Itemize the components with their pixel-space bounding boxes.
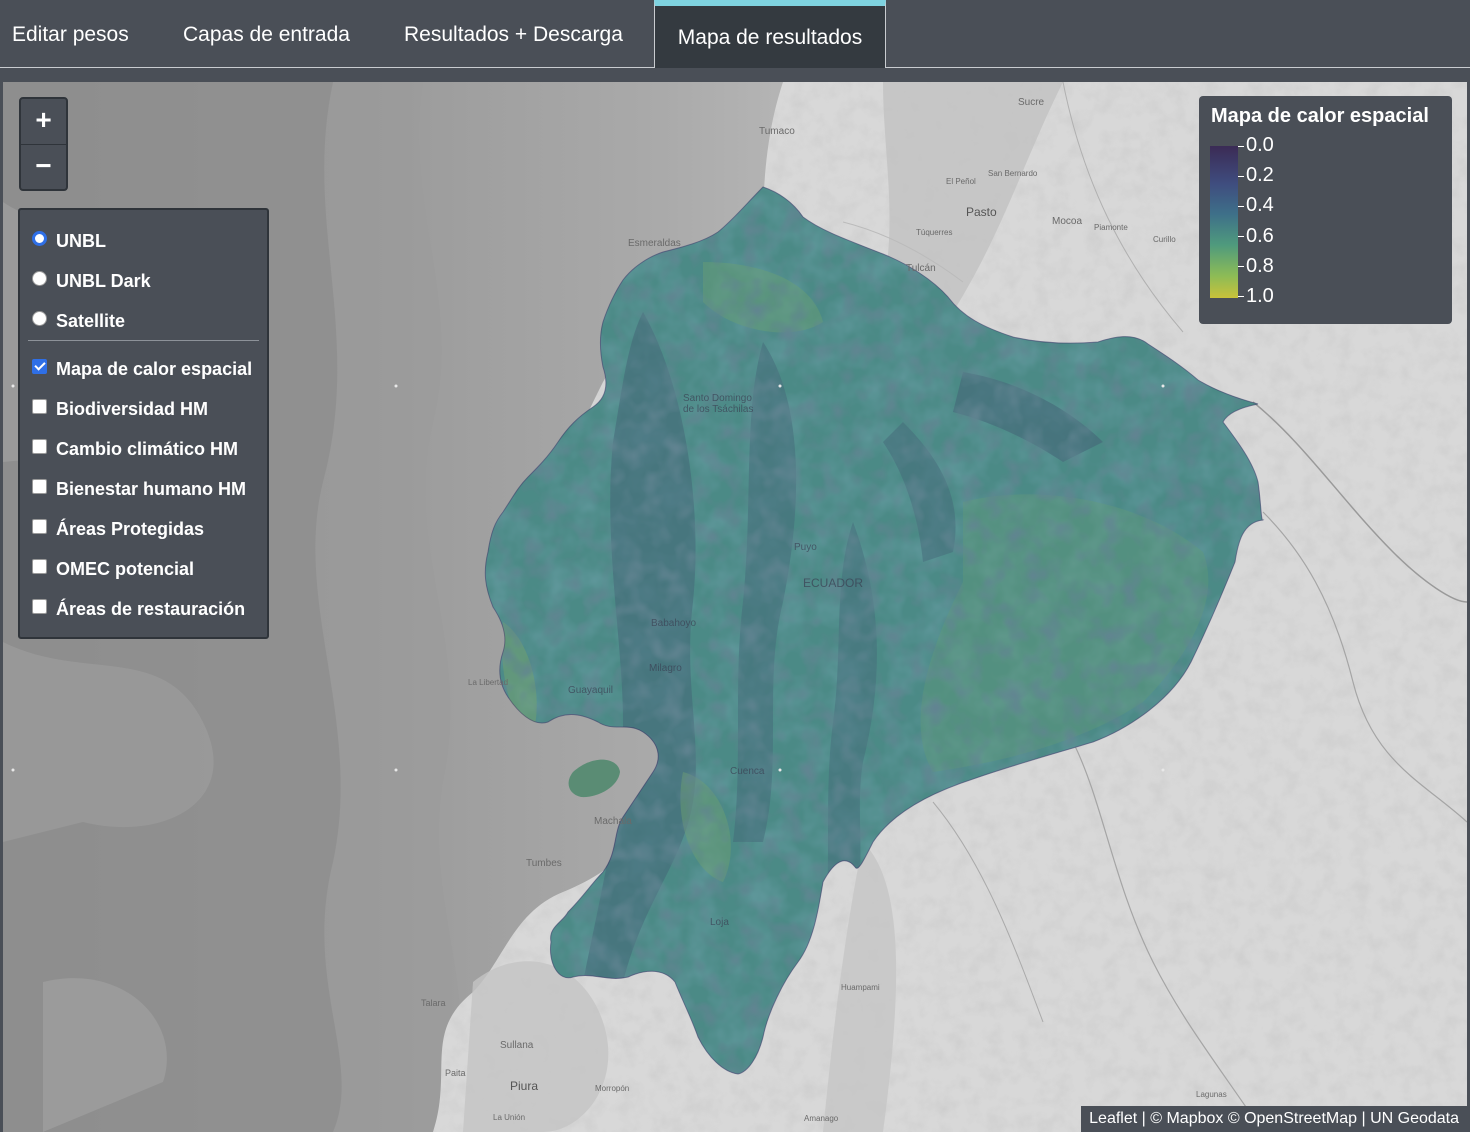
map-label-piura: Piura — [510, 1079, 539, 1093]
map-label-mocoa: Mocoa — [1052, 216, 1083, 227]
map-label-amanago: Amanago — [804, 1114, 839, 1123]
overlay-label: OMEC potencial — [56, 559, 195, 579]
tab-editar-pesos[interactable]: Editar pesos — [12, 0, 129, 67]
legend-label: 0.0 — [1246, 134, 1274, 156]
map-label-tuquerres: Túquerres — [916, 228, 953, 237]
legend-tick — [1238, 266, 1244, 267]
map-label-la-libertad: La Libertad — [468, 678, 509, 687]
map-label-talara: Talara — [421, 998, 446, 1008]
overlay-checkbox-areas-protegidas[interactable] — [32, 519, 47, 534]
zoom-out-button[interactable]: − — [21, 144, 66, 190]
zoom-control: + − — [19, 97, 68, 191]
legend-title: Mapa de calor espacial — [1211, 105, 1429, 127]
tab-bar: Editar pesos Capas de entrada Resultados… — [0, 0, 1470, 68]
map-label-la-union: La Unión — [493, 1113, 526, 1122]
map-label-lagunas: Lagunas — [1196, 1090, 1227, 1099]
overlay-checkbox-bienestar-humano[interactable] — [32, 479, 47, 494]
map-label-cuenca: Cuenca — [730, 766, 765, 777]
map-label-esmeraldas: Esmeraldas — [628, 238, 681, 249]
tab-capas-de-entrada[interactable]: Capas de entrada — [183, 0, 350, 67]
legend-tick — [1238, 296, 1244, 297]
overlay-label: Áreas Protegidas — [56, 519, 205, 539]
legend-color-ramp — [1210, 146, 1238, 298]
overlay-checkbox-omec-potencial[interactable] — [32, 559, 47, 574]
map-label-milagro: Milagro — [649, 663, 682, 674]
map-label-san-bernardo: San Bernardo — [988, 169, 1038, 178]
basemap-label: UNBL — [56, 231, 106, 251]
legend-label: 0.2 — [1246, 164, 1274, 186]
map-label-tumbes: Tumbes — [526, 858, 562, 869]
heatmap-legend: Mapa de calor espacial 0.0 0.2 0.4 0.6 0… — [1199, 96, 1452, 324]
map-label-ecuador: ECUADOR — [803, 576, 864, 590]
legend-label: 0.4 — [1246, 194, 1274, 216]
overlay-checkbox-biodiversidad[interactable] — [32, 399, 47, 414]
legend-label: 1.0 — [1246, 285, 1274, 307]
map-label-sullana: Sullana — [500, 1040, 534, 1051]
map-label-guayaquil: Guayaquil — [568, 685, 614, 696]
legend-tick — [1238, 176, 1244, 177]
map-label-babahoyo: Babahoyo — [651, 618, 697, 629]
basemap-radio-satellite[interactable] — [32, 311, 47, 326]
overlay-label: Bienestar humano HM — [56, 479, 247, 499]
map-label-santo-domingo: Santo Domingo de los Tsáchilas — [683, 393, 754, 415]
legend-label: 0.6 — [1246, 225, 1274, 247]
tab-mapa-de-resultados[interactable]: Mapa de resultados — [654, 0, 886, 68]
map-label-paita: Paita — [445, 1068, 466, 1078]
map-label-huampami: Huampami — [841, 983, 880, 992]
basemap-label: UNBL Dark — [56, 271, 151, 291]
map-attribution[interactable]: Leaflet | © Mapbox © OpenStreetMap | UN … — [1081, 1106, 1467, 1132]
map-label-machala: Machala — [594, 816, 632, 827]
map-label-morropon: Morropón — [595, 1084, 630, 1093]
overlay-checkbox-areas-de-restauracion[interactable] — [32, 599, 47, 614]
zoom-in-button[interactable]: + — [21, 99, 66, 144]
overlay-label: Biodiversidad HM — [56, 399, 209, 419]
map-label-loja: Loja — [710, 917, 729, 928]
overlay-label: Mapa de calor espacial — [56, 359, 253, 379]
legend-tick — [1238, 146, 1244, 147]
legend-label: 0.8 — [1246, 255, 1274, 277]
map-label-piamonte: Piamonte — [1094, 223, 1128, 232]
basemap-radio-unbl-dark[interactable] — [32, 271, 47, 286]
overlay-label: Áreas de restauración — [56, 599, 246, 619]
legend-tick — [1238, 206, 1244, 207]
overlay-label: Cambio climático HM — [56, 439, 239, 459]
map-label-pasto: Pasto — [966, 205, 997, 219]
layer-control: UNBL UNBL Dark Satellite Mapa de calor e… — [18, 208, 269, 639]
layer-control-separator — [28, 340, 259, 341]
map-label-tumaco: Tumaco — [759, 126, 795, 137]
overlay-checkbox-mapa-de-calor[interactable] — [32, 359, 47, 374]
map-label-el-penol: El Peñol — [946, 177, 976, 186]
map-label-sucre: Sucre — [1018, 97, 1045, 108]
map-label-tulcan: Tulcán — [906, 263, 936, 274]
map-label-puyo: Puyo — [794, 542, 817, 553]
basemap-radio-unbl[interactable] — [32, 231, 47, 246]
basemap-label: Satellite — [56, 311, 126, 331]
overlay-checkbox-cambio-climatico[interactable] — [32, 439, 47, 454]
map-label-curillo: Curillo — [1153, 235, 1176, 244]
tab-resultados-descarga[interactable]: Resultados + Descarga — [404, 0, 623, 67]
legend-tick — [1238, 236, 1244, 237]
